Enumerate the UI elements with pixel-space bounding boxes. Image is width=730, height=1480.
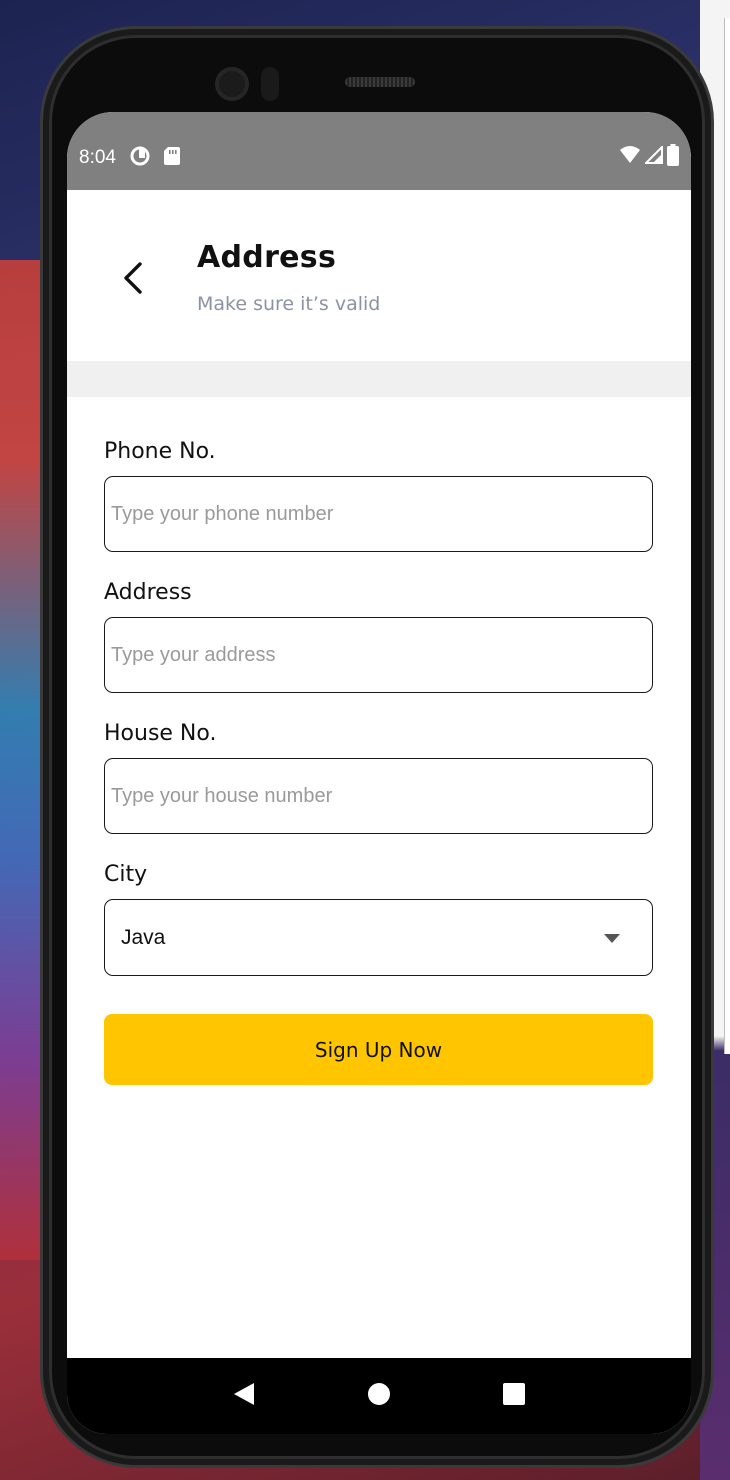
status-right xyxy=(619,144,679,170)
city-selected-value: Java xyxy=(121,925,166,949)
nav-back-button[interactable] xyxy=(224,1376,264,1416)
house-number-label: House No. xyxy=(104,721,217,746)
back-button[interactable] xyxy=(115,260,151,300)
status-time: 8:04 xyxy=(79,147,116,168)
house-number-input[interactable] xyxy=(104,758,653,834)
side-panel-edge xyxy=(724,18,730,1054)
earpiece-speaker xyxy=(345,77,415,87)
proximity-sensor xyxy=(261,67,279,101)
battery-icon xyxy=(667,144,679,170)
page-subtitle: Make sure it’s valid xyxy=(197,293,381,315)
address-label: Address xyxy=(104,580,192,605)
sign-up-button[interactable]: Sign Up Now xyxy=(104,1014,653,1085)
wifi-icon xyxy=(619,146,641,168)
status-bar: 8:04 xyxy=(67,112,691,190)
phone-label: Phone No. xyxy=(104,439,216,464)
chevron-left-icon xyxy=(121,261,145,299)
section-divider xyxy=(67,361,691,397)
page-title: Address xyxy=(197,240,337,275)
front-camera xyxy=(215,67,249,101)
device-frame: 8:04 Address Make sure it’s valid Phone … xyxy=(40,26,714,1468)
sd-card-icon xyxy=(163,146,180,170)
home-circle-icon xyxy=(367,1382,391,1410)
nav-home-button[interactable] xyxy=(359,1376,399,1416)
address-form: Phone No. Address House No. City Java Si… xyxy=(67,397,691,1085)
back-triangle-icon xyxy=(233,1382,255,1410)
city-label: City xyxy=(104,862,148,887)
city-select[interactable]: Java xyxy=(104,899,653,976)
status-left: 8:04 xyxy=(79,146,180,170)
data-saver-icon xyxy=(130,146,150,170)
app-screen: 8:04 Address Make sure it’s valid Phone … xyxy=(67,112,691,1434)
dropdown-arrow-icon xyxy=(604,928,620,947)
recents-square-icon xyxy=(502,1383,525,1409)
nav-recents-button[interactable] xyxy=(494,1376,534,1416)
page-header: Address Make sure it’s valid xyxy=(67,190,691,361)
navigation-bar xyxy=(67,1358,691,1434)
signal-icon xyxy=(643,144,663,168)
address-input[interactable] xyxy=(104,617,653,693)
phone-input[interactable] xyxy=(104,476,653,552)
